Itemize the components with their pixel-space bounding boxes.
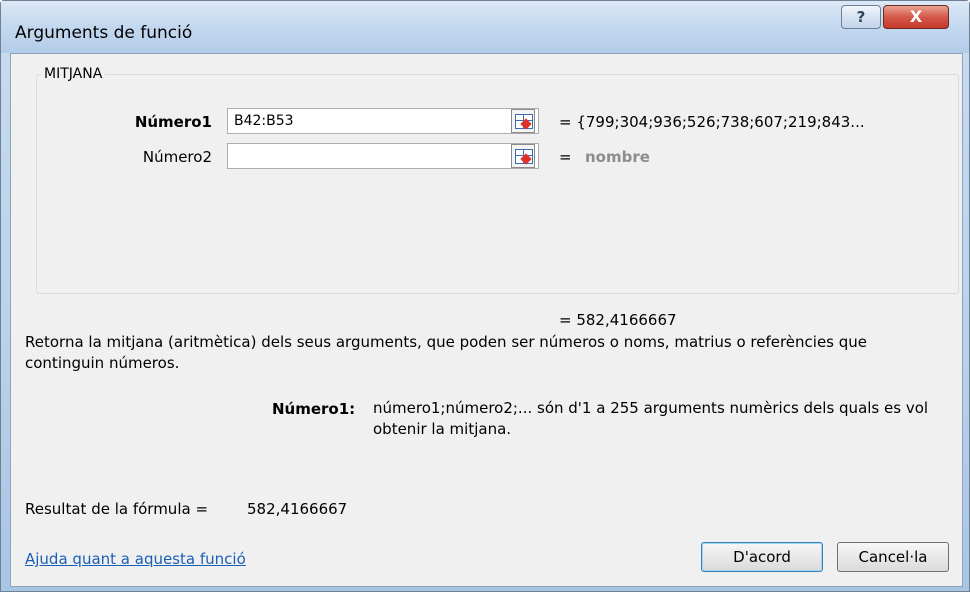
dialog-window: Arguments de funció ? X MITJANA Número1 … — [0, 0, 970, 592]
dialog-body: MITJANA Número1 = {799;304;936;526;738;6… — [10, 53, 963, 587]
arg1-result: = {799;304;936;526;738;607;219;843... — [559, 113, 865, 131]
arg2-label: Número2 — [142, 148, 212, 166]
formula-result-label: Resultat de la fórmula = — [25, 500, 209, 518]
arg2-equals: = — [559, 148, 572, 166]
arg1-collapse-button[interactable] — [511, 109, 535, 133]
arg2-result: nombre — [585, 148, 650, 166]
function-result: = 582,4166667 — [559, 311, 677, 329]
arguments-group: MITJANA — [36, 66, 959, 294]
function-help-link[interactable]: Ajuda quant a aquesta funció — [25, 550, 246, 568]
help-button[interactable]: ? — [841, 5, 881, 29]
function-description: Retorna la mitjana (aritmètica) dels seu… — [25, 333, 868, 372]
arg2-input[interactable] — [227, 143, 539, 169]
arg2-collapse-button[interactable] — [511, 144, 535, 168]
formula-result-value: 582,4166667 — [247, 500, 348, 518]
close-button[interactable]: X — [883, 5, 949, 29]
arg1-label: Número1 — [134, 113, 212, 131]
dialog-title: Arguments de funció — [15, 23, 193, 43]
cancel-button[interactable]: Cancel·la — [837, 542, 949, 572]
ok-button[interactable]: D'acord — [701, 542, 823, 572]
function-name: MITJANA — [41, 66, 106, 82]
title-bar[interactable]: Arguments de funció ? X — [1, 1, 969, 53]
arg-help-label: Número1: — [272, 400, 356, 418]
arg-help-text: número1;número2;... són d'1 a 255 argume… — [373, 399, 929, 438]
arg1-input[interactable] — [227, 108, 539, 134]
